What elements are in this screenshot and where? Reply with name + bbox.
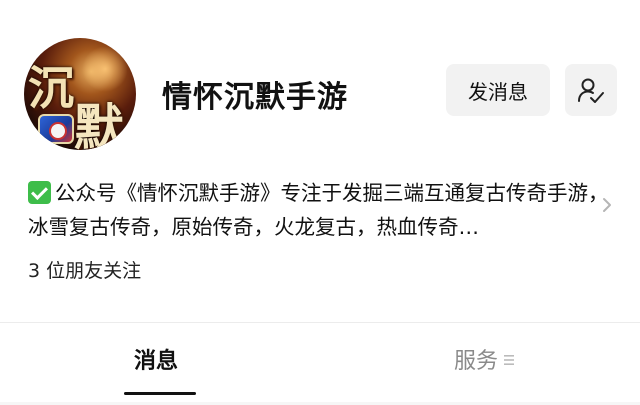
avatar-glow bbox=[82, 46, 128, 92]
section-divider bbox=[0, 322, 640, 323]
send-message-label: 发消息 bbox=[468, 79, 528, 104]
account-avatar[interactable]: 沉 默 bbox=[24, 38, 136, 150]
avatar-glyph-1: 沉 bbox=[28, 61, 74, 115]
follow-status-button[interactable] bbox=[565, 64, 617, 116]
friends-following-count[interactable]: 3 位朋友关注 bbox=[28, 256, 141, 283]
avatar-glyph-2: 默 bbox=[74, 98, 124, 150]
tab-services[interactable]: 服务 bbox=[454, 343, 515, 375]
tab-messages-label: 消息 bbox=[134, 349, 179, 374]
menu-icon bbox=[504, 355, 515, 365]
person-check-icon bbox=[578, 78, 604, 103]
send-message-button[interactable]: 发消息 bbox=[446, 64, 550, 116]
account-name: 情怀沉默手游 bbox=[162, 80, 348, 115]
active-tab-indicator bbox=[124, 392, 196, 395]
chevron-right-icon[interactable] bbox=[600, 196, 614, 214]
tab-services-label: 服务 bbox=[454, 349, 499, 374]
profile-header: 沉 默 情怀沉默手游 发消息 bbox=[0, 0, 640, 150]
avatar-badge-icon bbox=[38, 114, 74, 144]
tab-messages[interactable]: 消息 bbox=[134, 343, 178, 375]
green-check-icon bbox=[28, 181, 51, 204]
description-text: 公众号《情怀沉默手游》专注于发掘三端互通复古传奇手游，冰雪复古传奇，原始传奇，火… bbox=[28, 181, 609, 239]
account-description[interactable]: 公众号《情怀沉默手游》专注于发掘三端互通复古传奇手游，冰雪复古传奇，原始传奇，火… bbox=[28, 176, 618, 244]
